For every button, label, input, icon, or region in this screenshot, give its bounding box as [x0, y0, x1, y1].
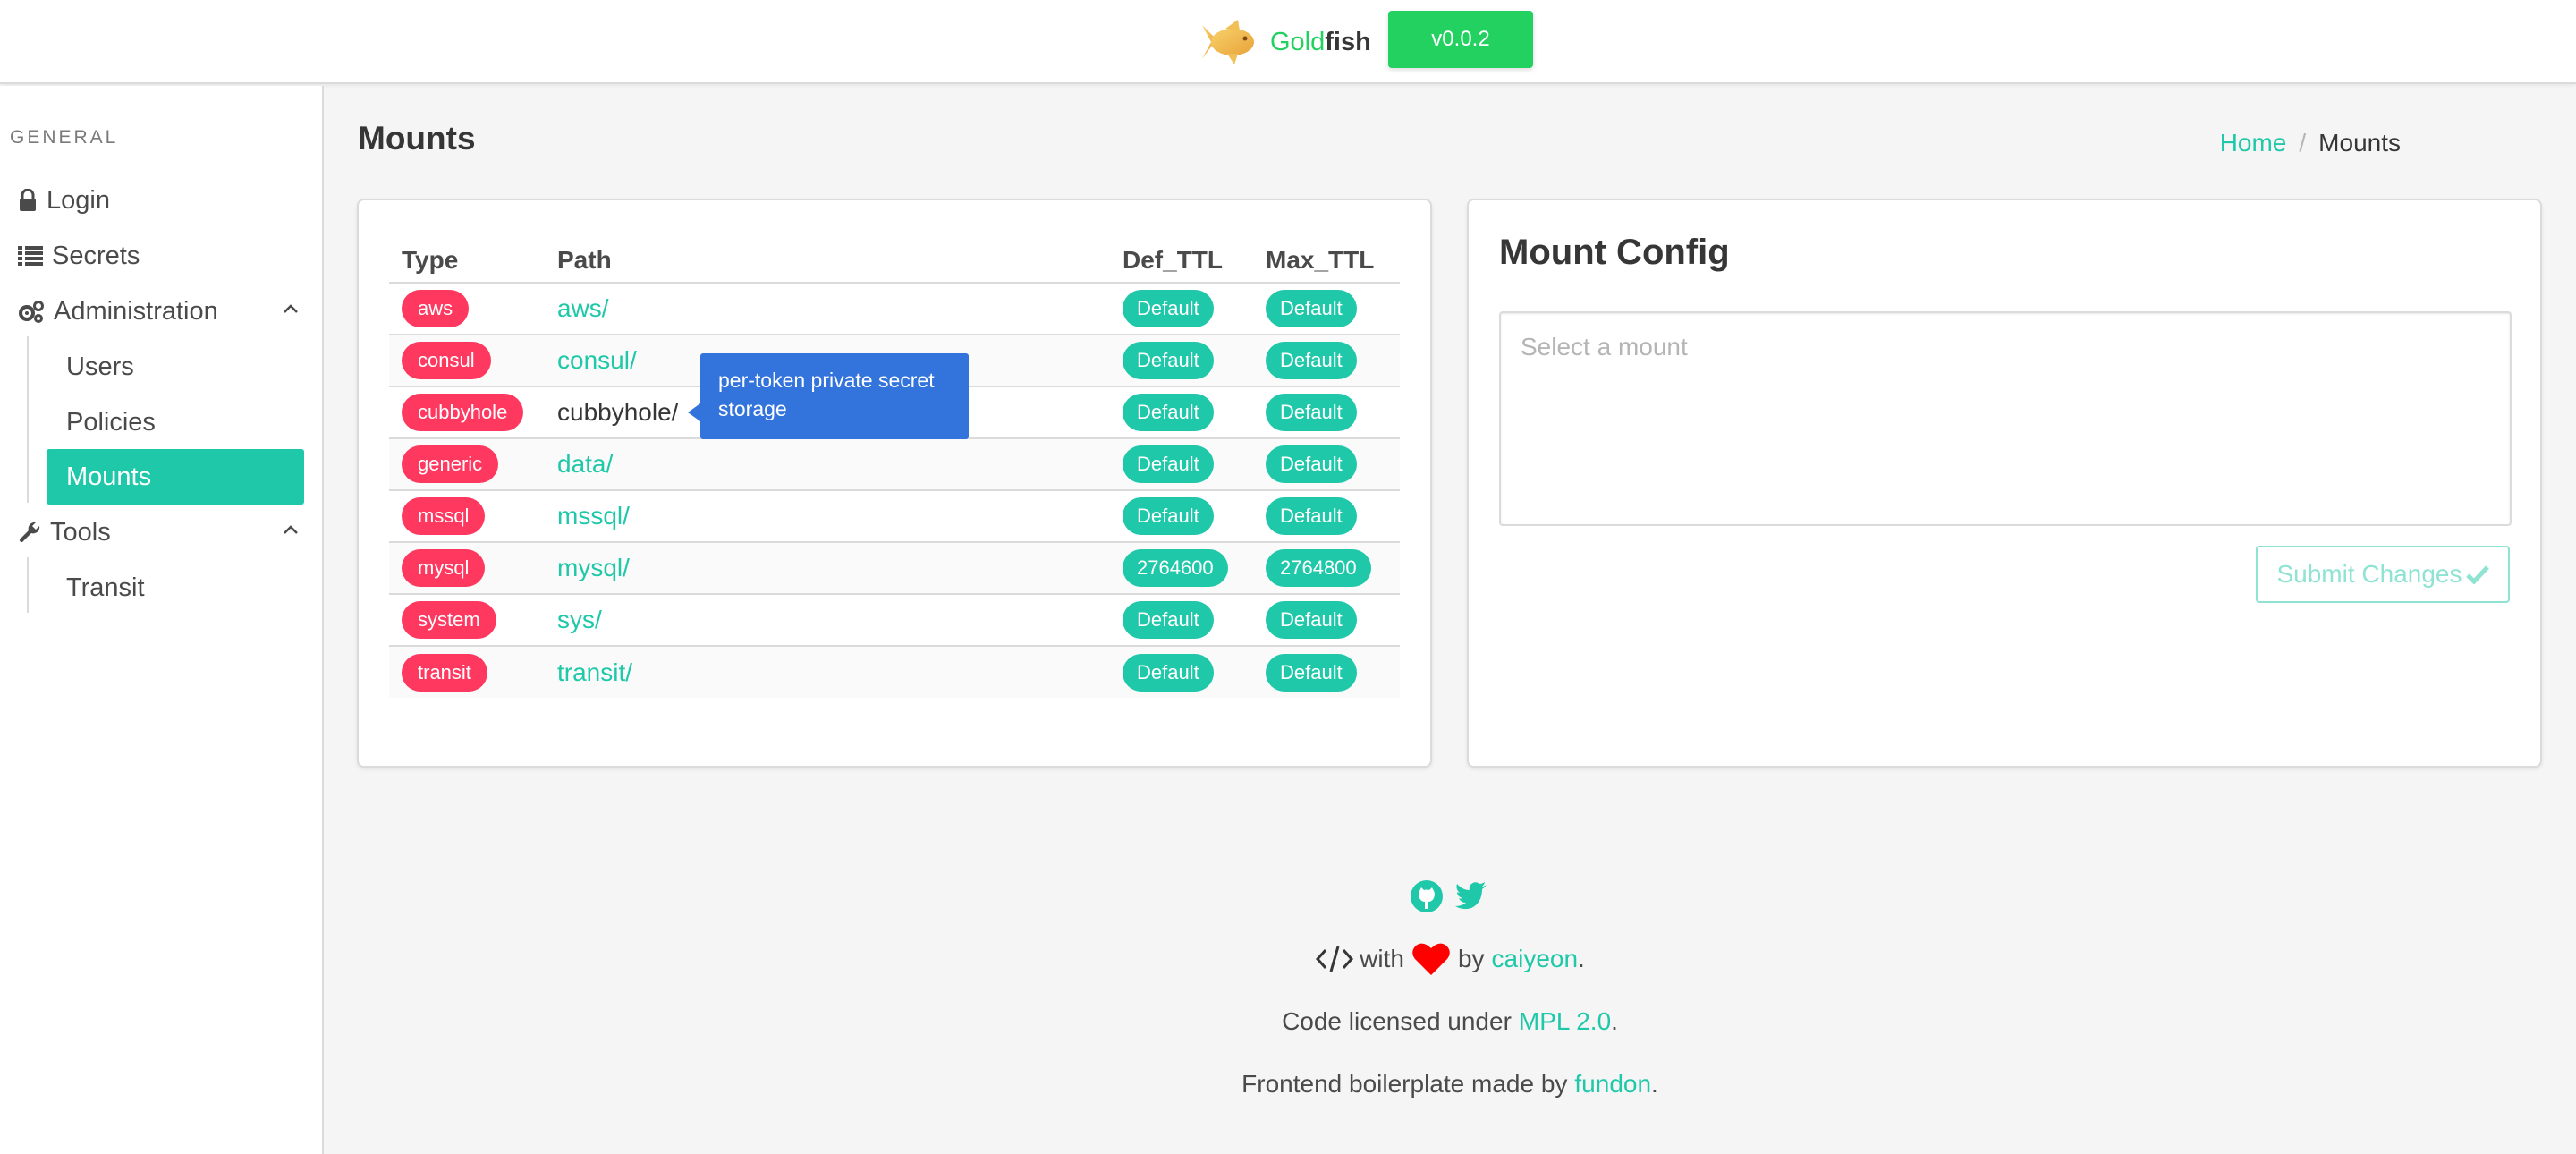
def-ttl-tag: Default [1123, 342, 1214, 379]
sidebar-item-users[interactable]: Users [47, 339, 304, 395]
sidebar-item-administration[interactable]: Administration [18, 292, 218, 331]
column-header-def-ttl: Def_TTL [1110, 243, 1253, 284]
goldfish-logo-icon [1202, 20, 1254, 64]
footer-social-icons [1410, 879, 1488, 913]
table-header-row: Type Path Def_TTL Max_TTL [389, 243, 1400, 284]
menu-label-general: GENERAL [10, 127, 119, 148]
path-link[interactable]: cubbyhole/ [557, 398, 678, 426]
sidebar-item-mounts[interactable]: Mounts [47, 449, 304, 505]
footer-boilerplate: Frontend boilerplate made by fundon. [1241, 1070, 1658, 1099]
def-ttl-tag: 2764600 [1123, 549, 1228, 587]
sidebar-item-label: Administration [54, 296, 218, 326]
top-navbar: Goldfish v0.0.2 [0, 0, 2576, 84]
sidebar-item-login[interactable]: Login [18, 181, 110, 220]
breadcrumb: Home / Mounts [2220, 129, 2401, 157]
def-ttl-tag: Default [1123, 445, 1214, 483]
code-icon [1316, 946, 1354, 972]
license-prefix: Code licensed under [1282, 1007, 1512, 1035]
table-row[interactable]: system sys/ Default Default [389, 594, 1400, 647]
gears-icon [19, 301, 44, 323]
table-row[interactable]: transit transit/ Default Default [389, 646, 1400, 698]
max-ttl-tag: Default [1266, 497, 1357, 535]
submenu-divider [27, 557, 29, 613]
twitter-icon[interactable] [1454, 879, 1488, 912]
sidebar-item-label: Login [47, 185, 110, 215]
path-link[interactable]: mysql/ [557, 554, 630, 581]
lock-icon [20, 189, 36, 211]
boilerplate-author-link[interactable]: fundon [1574, 1070, 1651, 1099]
type-tag: consul [402, 342, 491, 379]
submenu-divider [27, 336, 29, 503]
max-ttl-tag: Default [1266, 601, 1357, 639]
sidebar-item-label: Secrets [52, 241, 140, 270]
type-tag: system [402, 601, 496, 639]
def-ttl-tag: Default [1123, 653, 1214, 692]
sidebar-item-policies[interactable]: Policies [47, 395, 304, 450]
sidebar-item-label: Tools [50, 517, 111, 547]
footer-license: Code licensed under MPL 2.0. [1282, 1007, 1618, 1036]
chevron-up-icon[interactable] [281, 299, 301, 318]
column-header-type: Type [389, 243, 545, 284]
mount-config-panel: Mount Config Submit Changes [1467, 199, 2542, 768]
def-ttl-tag: Default [1123, 394, 1214, 431]
mount-config-title: Mount Config [1499, 233, 1730, 272]
path-link[interactable]: data/ [557, 450, 613, 478]
max-ttl-tag: Default [1266, 445, 1357, 483]
def-ttl-tag: Default [1123, 290, 1214, 327]
type-tag: aws [402, 290, 470, 327]
sidebar-item-transit[interactable]: Transit [47, 560, 304, 615]
submit-changes-button[interactable]: Submit Changes [2256, 546, 2510, 603]
sidebar-item-tools[interactable]: Tools [18, 513, 111, 552]
type-tag: mysql [402, 549, 486, 587]
author-link[interactable]: caiyeon [1492, 945, 1579, 973]
sidebar: GENERAL Login Secrets Administration Use… [0, 86, 324, 1154]
footer-with-text: with [1360, 945, 1404, 972]
def-ttl-tag: Default [1123, 497, 1214, 535]
type-tag: cubbyhole [402, 394, 524, 431]
mount-config-textarea[interactable] [1499, 311, 2512, 526]
check-icon [2465, 565, 2489, 584]
github-icon[interactable] [1410, 879, 1444, 913]
path-link[interactable]: aws/ [557, 294, 609, 322]
footer-by-text: by [1457, 945, 1485, 972]
max-ttl-tag: Default [1266, 290, 1357, 327]
table-row[interactable]: mssql mssql/ Default Default [389, 490, 1400, 543]
boilerplate-prefix: Frontend boilerplate made by [1241, 1070, 1568, 1098]
type-tag: mssql [402, 497, 486, 535]
heart-icon [1412, 943, 1450, 975]
submit-changes-label: Submit Changes [2276, 560, 2462, 588]
breadcrumb-home-link[interactable]: Home [2220, 129, 2287, 157]
def-ttl-tag: Default [1123, 601, 1214, 639]
max-ttl-tag: Default [1266, 342, 1357, 379]
chevron-up-icon[interactable] [281, 520, 301, 539]
sidebar-item-secrets[interactable]: Secrets [18, 236, 140, 276]
path-link[interactable]: mssql/ [557, 502, 630, 530]
column-header-max-ttl: Max_TTL [1253, 243, 1400, 284]
column-header-path: Path [545, 243, 1110, 284]
path-link[interactable]: transit/ [557, 658, 632, 686]
page-title: Mounts [358, 120, 476, 157]
breadcrumb-current: Mounts [2318, 129, 2401, 157]
table-row[interactable]: aws aws/ Default Default [389, 283, 1400, 335]
path-link[interactable]: consul/ [557, 346, 637, 374]
wrench-icon [19, 522, 40, 543]
type-tag: transit [402, 653, 487, 692]
brand[interactable]: Goldfish [1199, 13, 1371, 72]
breadcrumb-separator: / [2299, 129, 2307, 157]
footer-made-with: with by caiyeon. [0, 941, 2576, 977]
max-ttl-tag: 2764800 [1266, 549, 1371, 587]
table-row[interactable]: generic data/ Default Default [389, 438, 1400, 491]
type-tag: generic [402, 445, 499, 483]
license-link[interactable]: MPL 2.0 [1519, 1007, 1611, 1036]
mounts-table: Type Path Def_TTL Max_TTL aws aws/ Defau… [389, 243, 1400, 698]
path-link[interactable]: sys/ [557, 606, 602, 633]
table-row[interactable]: mysql mysql/ 2764600 2764800 [389, 542, 1400, 595]
brand-name: Goldfish [1270, 27, 1371, 56]
list-icon [18, 246, 43, 266]
mounts-table-panel: Type Path Def_TTL Max_TTL aws aws/ Defau… [357, 199, 1432, 768]
max-ttl-tag: Default [1266, 394, 1357, 431]
version-tag: v0.0.2 [1388, 11, 1533, 68]
max-ttl-tag: Default [1266, 653, 1357, 692]
path-tooltip: per-token private secret storage [688, 353, 969, 439]
